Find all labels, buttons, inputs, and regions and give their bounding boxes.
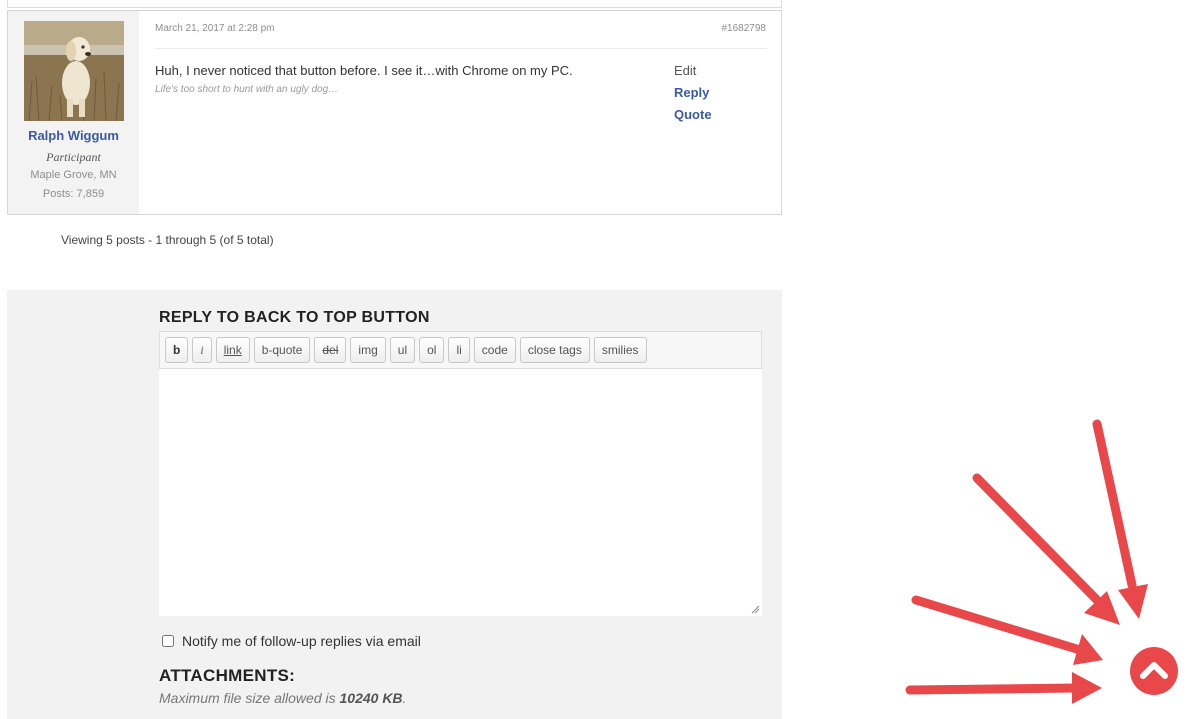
- notify-checkbox[interactable]: [162, 635, 174, 647]
- arrow-2-head: [1084, 591, 1120, 625]
- author-role: Participant: [46, 150, 101, 164]
- smilies-button[interactable]: smilies: [593, 337, 647, 363]
- reply-link[interactable]: Reply: [674, 84, 712, 106]
- edit-link[interactable]: Edit: [674, 62, 712, 84]
- notify-label[interactable]: Notify me of follow-up replies via email: [182, 633, 421, 649]
- attachments-max-size: 10240 KB: [339, 690, 403, 706]
- forum-post: Ralph Wiggum Participant Maple Grove, MN…: [7, 10, 782, 215]
- reply-form-title: REPLY TO BACK TO TOP BUTTON: [159, 309, 430, 326]
- quote-link[interactable]: Quote: [674, 106, 712, 128]
- arrow-1: [1092, 419, 1137, 590]
- arrow-3: [911, 595, 1085, 655]
- post-header-divider: [155, 48, 767, 49]
- post-actions: Edit Reply Quote: [674, 62, 712, 128]
- arrow-1-head: [1118, 584, 1148, 619]
- notify-row: Notify me of follow-up replies via email: [162, 633, 421, 649]
- author-name-link[interactable]: Ralph Wiggum: [8, 128, 139, 143]
- author-avatar[interactable]: [24, 21, 124, 121]
- code-button[interactable]: code: [473, 337, 516, 363]
- arrow-4: [905, 683, 1081, 695]
- link-button[interactable]: link: [215, 337, 250, 363]
- blockquote-button[interactable]: b-quote: [253, 337, 311, 363]
- reply-textarea[interactable]: [159, 369, 762, 616]
- author-location: Maple Grove, MN: [30, 169, 117, 181]
- list-item-button[interactable]: li: [448, 337, 470, 363]
- post-content: Huh, I never noticed that button before.…: [155, 63, 573, 78]
- bold-button[interactable]: b: [165, 337, 189, 363]
- post-author-column: Ralph Wiggum Participant Maple Grove, MN…: [8, 11, 139, 214]
- post-signature: Life's too short to hunt with an ugly do…: [155, 84, 339, 95]
- dog-photo-icon: [24, 21, 124, 121]
- italic-button[interactable]: i: [192, 337, 212, 363]
- pagination-count: Viewing 5 posts - 1 through 5 (of 5 tota…: [61, 233, 274, 247]
- attachments-note-prefix: Maximum file size allowed is: [159, 690, 340, 706]
- resize-grip-icon[interactable]: [750, 604, 760, 614]
- back-to-top-button[interactable]: [1130, 647, 1178, 695]
- close-tags-button[interactable]: close tags: [519, 337, 590, 363]
- arrow-3-head: [1073, 634, 1103, 665]
- editor-toolbar: b i link b-quote del img ul ol li code c…: [159, 331, 762, 369]
- attachments-note-suffix: .: [402, 690, 407, 706]
- image-button[interactable]: img: [350, 337, 386, 363]
- ordered-list-button[interactable]: ol: [419, 337, 445, 363]
- chevron-up-icon: [1140, 662, 1168, 679]
- reply-form: REPLY TO BACK TO TOP BUTTON b i link b-q…: [7, 290, 782, 719]
- unordered-list-button[interactable]: ul: [389, 337, 416, 363]
- arrow-2: [972, 473, 1102, 605]
- attachments-note: Maximum file size allowed is 10240 KB.: [159, 690, 406, 706]
- attachments-title: ATTACHMENTS:: [159, 666, 296, 685]
- arrow-4-head: [1072, 672, 1102, 704]
- post-date: March 21, 2017 at 2:28 pm: [155, 23, 275, 34]
- delete-button[interactable]: del: [314, 337, 347, 363]
- post-permalink[interactable]: #1682798: [722, 23, 767, 34]
- author-post-count: Posts: 7,859: [42, 188, 105, 200]
- previous-post-edge: [7, 0, 782, 8]
- page: Ralph Wiggum Participant Maple Grove, MN…: [0, 0, 1193, 719]
